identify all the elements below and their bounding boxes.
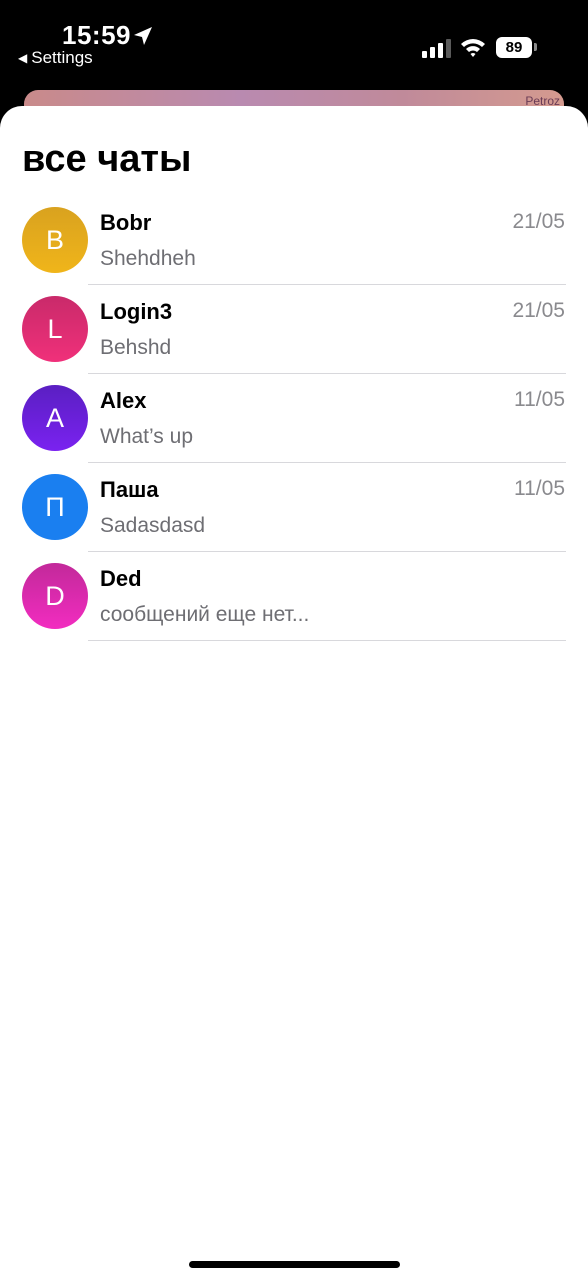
chat-preview: What’s up — [100, 425, 193, 448]
status-time: 15:59 — [62, 20, 131, 50]
home-indicator[interactable] — [189, 1261, 400, 1268]
chat-date: 11/05 — [514, 388, 565, 411]
chat-name: Alex — [100, 388, 147, 413]
page-title: все чаты — [22, 138, 192, 180]
chat-row[interactable]: П Паша 11/05 Sadasdasd — [0, 463, 588, 552]
status-bar: 15:59 ◀ Settings 89 — [0, 0, 588, 90]
chat-row[interactable]: A Alex 11/05 What’s up — [0, 374, 588, 463]
avatar: D — [22, 563, 88, 629]
battery-icon: 89 — [496, 37, 532, 58]
chat-preview: Behshd — [100, 336, 172, 359]
back-to-settings-link[interactable]: ◀ Settings — [18, 48, 93, 68]
chat-preview: Shehdheh — [100, 247, 196, 270]
chats-sheet: все чаты B Bobr 21/05 Shehdheh L Login3 … — [0, 106, 588, 1280]
back-arrow-icon: ◀ — [18, 51, 28, 65]
battery-tip — [534, 43, 537, 51]
location-arrow-icon — [134, 27, 152, 45]
chat-date: 21/05 — [512, 299, 565, 322]
chat-preview: сообщений еще нет... — [100, 603, 310, 626]
avatar: П — [22, 474, 88, 540]
chat-name: Паша — [100, 477, 159, 502]
chat-row[interactable]: L Login3 21/05 Behshd — [0, 285, 588, 374]
avatar: A — [22, 385, 88, 451]
chat-name: Bobr — [100, 210, 152, 235]
signal-icon — [422, 39, 451, 58]
chat-name: Login3 — [100, 299, 173, 324]
chat-row[interactable]: D Ded сообщений еще нет... — [0, 552, 588, 641]
avatar: L — [22, 296, 88, 362]
row-divider — [88, 640, 566, 641]
wifi-icon — [461, 39, 485, 57]
chat-date: 21/05 — [512, 210, 565, 233]
chat-preview: Sadasdasd — [100, 514, 206, 537]
chat-list: B Bobr 21/05 Shehdheh L Login3 21/05 Beh… — [0, 196, 588, 641]
back-label: Settings — [31, 48, 93, 67]
chat-name: Ded — [100, 566, 142, 591]
chat-date: 11/05 — [514, 477, 565, 500]
chat-row[interactable]: B Bobr 21/05 Shehdheh — [0, 196, 588, 285]
avatar: B — [22, 207, 88, 273]
